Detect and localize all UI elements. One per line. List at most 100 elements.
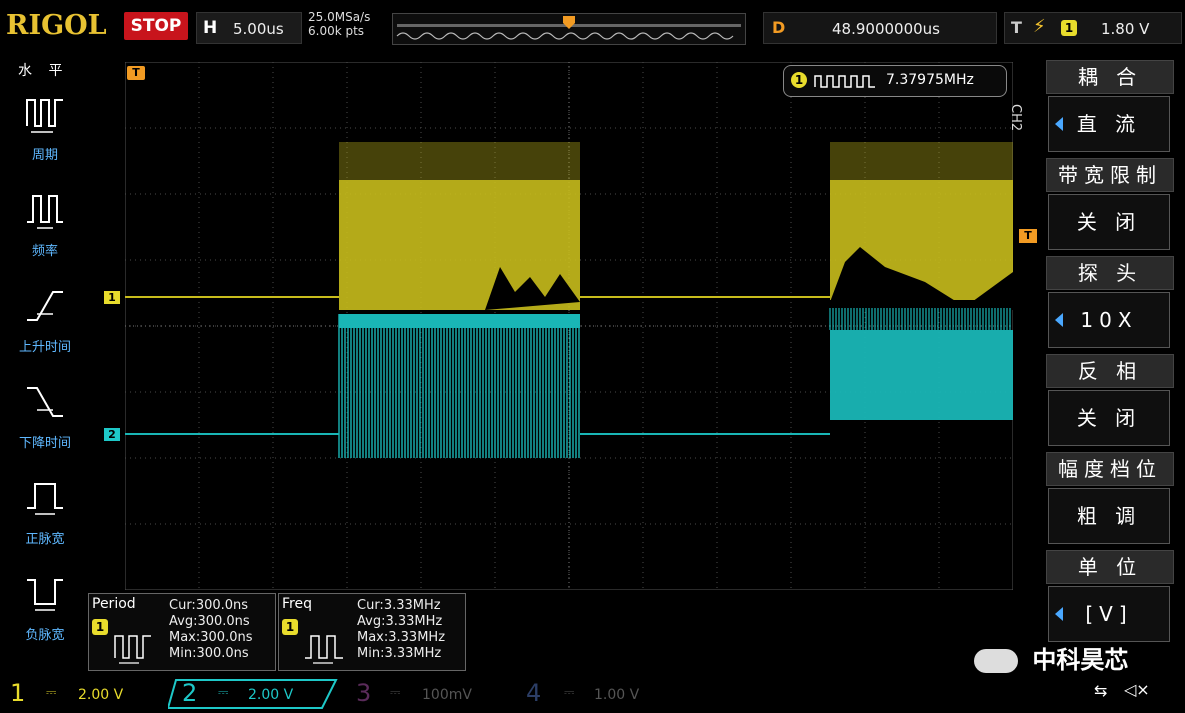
delay-box[interactable]: D 48.9000000us xyxy=(763,12,997,44)
memory-depth: 6.00k pts xyxy=(308,24,365,38)
bandwidth-limit-header: 带宽限制 xyxy=(1046,158,1174,192)
period-title: Period xyxy=(92,596,136,612)
invert-value: 关 闭 xyxy=(1076,406,1142,430)
waveform-display[interactable] xyxy=(124,61,1014,591)
delay-value: 48.9000000us xyxy=(832,20,940,38)
volts-div-header: 幅度档位 xyxy=(1046,452,1174,486)
unit-value: [V] xyxy=(1085,602,1133,626)
coupling-button[interactable]: 直 流 xyxy=(1048,96,1170,152)
horizontal-timebase-box[interactable]: H 5.00us xyxy=(196,12,302,44)
frequency-icon xyxy=(305,635,343,664)
negative-width-icon xyxy=(27,579,63,611)
waveform-grid xyxy=(124,61,1014,591)
probe-value: 10X xyxy=(1080,308,1138,332)
frequency-icon xyxy=(27,195,63,229)
ch1-number: 1 xyxy=(10,679,26,707)
ch3-scale: 100mV xyxy=(422,687,472,703)
watermark: 中科昊芯 xyxy=(974,640,1128,675)
trigger-position-icon xyxy=(563,16,575,29)
freq-channel-badge: 1 xyxy=(282,619,298,635)
channel-menu: 耦 合 直 流 带宽限制 关 闭 探 头 10X 反 相 关 闭 幅度档位 粗 … xyxy=(1044,58,1174,652)
run-stop-status[interactable]: STOP xyxy=(124,12,188,40)
counter-value: 7.37975MHz xyxy=(886,72,974,88)
trigger-level: 1.80 V xyxy=(1101,20,1150,38)
period-measurement[interactable]: Period 1 Cur:300.0ns Avg:300.0ns Max:300… xyxy=(88,593,276,671)
measure-positive-width-label: 正脉宽 xyxy=(25,532,65,547)
measure-rise-time-button[interactable]: 上升时间 xyxy=(10,284,80,374)
measure-fall-time-button[interactable]: 下降时间 xyxy=(10,380,80,470)
trigger-box[interactable]: T ⚡ 1 1.80 V xyxy=(1004,12,1182,44)
period-max: Max:300.0ns xyxy=(169,630,253,645)
ch1-burst xyxy=(339,180,580,310)
channel-bar: 1 ⎓ 2.00 V 2 ⎓ 2.00 V 3 ⎓ 100mV 4 ⎓ 1.00… xyxy=(0,675,1185,713)
ch3-number: 3 xyxy=(356,679,372,707)
ch1-slot[interactable]: 1 ⎓ 2.00 V xyxy=(0,679,160,709)
chevron-left-icon xyxy=(1055,313,1063,327)
ch1-burst-overshoot xyxy=(339,142,580,180)
freq-title: Freq xyxy=(282,596,312,612)
sample-rate: 25.0MSa/s xyxy=(308,10,371,24)
delay-label: D xyxy=(772,18,786,37)
chevron-left-icon xyxy=(1055,607,1063,621)
period-channel-badge: 1 xyxy=(92,619,108,635)
coupling-header: 耦 合 xyxy=(1046,60,1174,94)
measure-frequency-button[interactable]: 频率 xyxy=(10,188,80,278)
ch4-scale: 1.00 V xyxy=(594,687,640,703)
rise-time-icon xyxy=(27,291,63,321)
top-status-bar: RIGOL STOP H 5.00us 25.0MSa/s 6.00k pts … xyxy=(0,0,1185,50)
ch2-slot[interactable]: 2 ⎓ 2.00 V xyxy=(168,679,338,709)
memory-overview-bar[interactable] xyxy=(392,13,746,45)
measure-negative-width-label: 负脉宽 xyxy=(25,628,65,643)
ch2-offset-marker[interactable]: 2 xyxy=(104,428,120,441)
positive-width-icon xyxy=(27,483,63,515)
ch3-slot[interactable]: 3 ⎓ 100mV xyxy=(344,679,514,709)
frequency-counter: 1 7.37975MHz xyxy=(783,65,1007,97)
dc-coupling-icon: ⎓ xyxy=(218,685,229,700)
volts-div-value: 粗 调 xyxy=(1076,504,1142,528)
measure-rise-time-label: 上升时间 xyxy=(18,340,71,355)
measure-menu-title: 水 平 xyxy=(18,63,69,79)
ch2-number: 2 xyxy=(182,679,198,707)
freq-min: Min:3.33MHz xyxy=(357,646,442,661)
measure-period-button[interactable]: 周期 xyxy=(10,92,80,182)
measure-negative-width-button[interactable]: 负脉宽 xyxy=(10,572,80,662)
probe-button[interactable]: 10X xyxy=(1048,292,1170,348)
unit-header: 单 位 xyxy=(1046,550,1174,584)
speaker-muted-icon[interactable]: ◁× xyxy=(1124,680,1150,699)
ch2-burst-top xyxy=(339,314,580,328)
bandwidth-limit-button[interactable]: 关 闭 xyxy=(1048,194,1170,250)
trigger-channel-badge: 1 xyxy=(1061,20,1077,36)
probe-header: 探 头 xyxy=(1046,256,1174,290)
fall-time-icon xyxy=(27,387,63,417)
chevron-left-icon xyxy=(1055,117,1063,131)
ch2-burst xyxy=(830,330,1013,420)
ch1-burst-overshoot xyxy=(830,142,1013,180)
dc-coupling-icon: ⎓ xyxy=(390,685,401,700)
rising-edge-icon: ⚡ xyxy=(1033,16,1046,37)
period-icon xyxy=(114,635,151,664)
measure-menu: 水 平 周期 频率 上升时间 下降时间 正脉宽 负脉宽 xyxy=(0,56,88,656)
trigger-level-marker[interactable]: T xyxy=(1019,229,1037,243)
overview-waveform xyxy=(396,16,741,40)
trigger-time-marker[interactable]: T xyxy=(127,66,145,80)
period-avg: Avg:300.0ns xyxy=(169,614,250,629)
dc-coupling-icon: ⎓ xyxy=(46,685,57,700)
watermark-text: 中科昊芯 xyxy=(1032,646,1129,674)
ch1-scale: 2.00 V xyxy=(78,687,124,703)
ch2-scale: 2.00 V xyxy=(248,687,294,703)
timebase-value: 5.00us xyxy=(233,20,284,38)
measure-positive-width-button[interactable]: 正脉宽 xyxy=(10,476,80,566)
ch1-offset-marker[interactable]: 1 xyxy=(104,291,120,304)
measure-frequency-label: 频率 xyxy=(31,244,58,259)
ch4-slot[interactable]: 4 ⎓ 1.00 V xyxy=(516,679,686,709)
measure-period-label: 周期 xyxy=(31,148,58,163)
volts-div-button[interactable]: 粗 调 xyxy=(1048,488,1170,544)
trigger-label: T xyxy=(1011,18,1022,37)
freq-max: Max:3.33MHz xyxy=(357,630,446,645)
frequency-measurement[interactable]: Freq 1 Cur:3.33MHz Avg:3.33MHz Max:3.33M… xyxy=(278,593,466,671)
invert-button[interactable]: 关 闭 xyxy=(1048,390,1170,446)
unit-button[interactable]: [V] xyxy=(1048,586,1170,642)
period-min: Min:300.0ns xyxy=(169,646,249,661)
square-wave-icon xyxy=(814,75,875,88)
dc-coupling-icon: ⎓ xyxy=(564,685,575,700)
